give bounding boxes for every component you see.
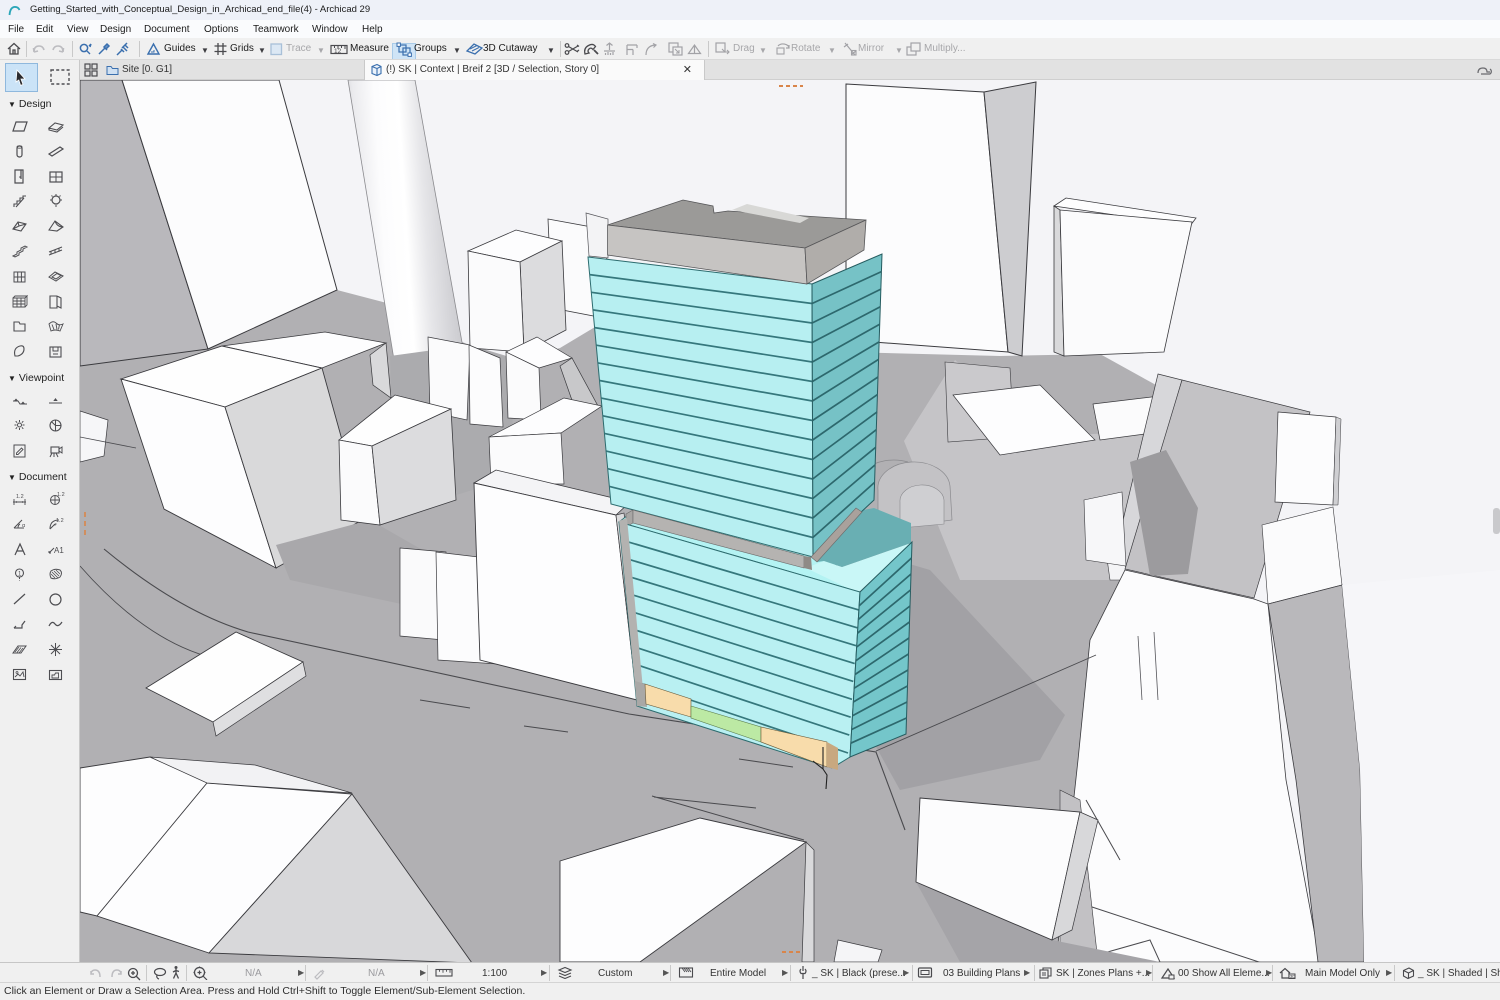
svg-text:A1: A1 bbox=[54, 546, 64, 555]
svg-text:12: 12 bbox=[334, 48, 342, 55]
svg-text:1.2: 1.2 bbox=[16, 494, 24, 500]
svg-text:1.2: 1.2 bbox=[57, 492, 65, 498]
svg-text:3D: 3D bbox=[1290, 974, 1296, 979]
svg-text:1.2: 1.2 bbox=[56, 518, 64, 524]
svg-text:α: α bbox=[22, 523, 26, 529]
